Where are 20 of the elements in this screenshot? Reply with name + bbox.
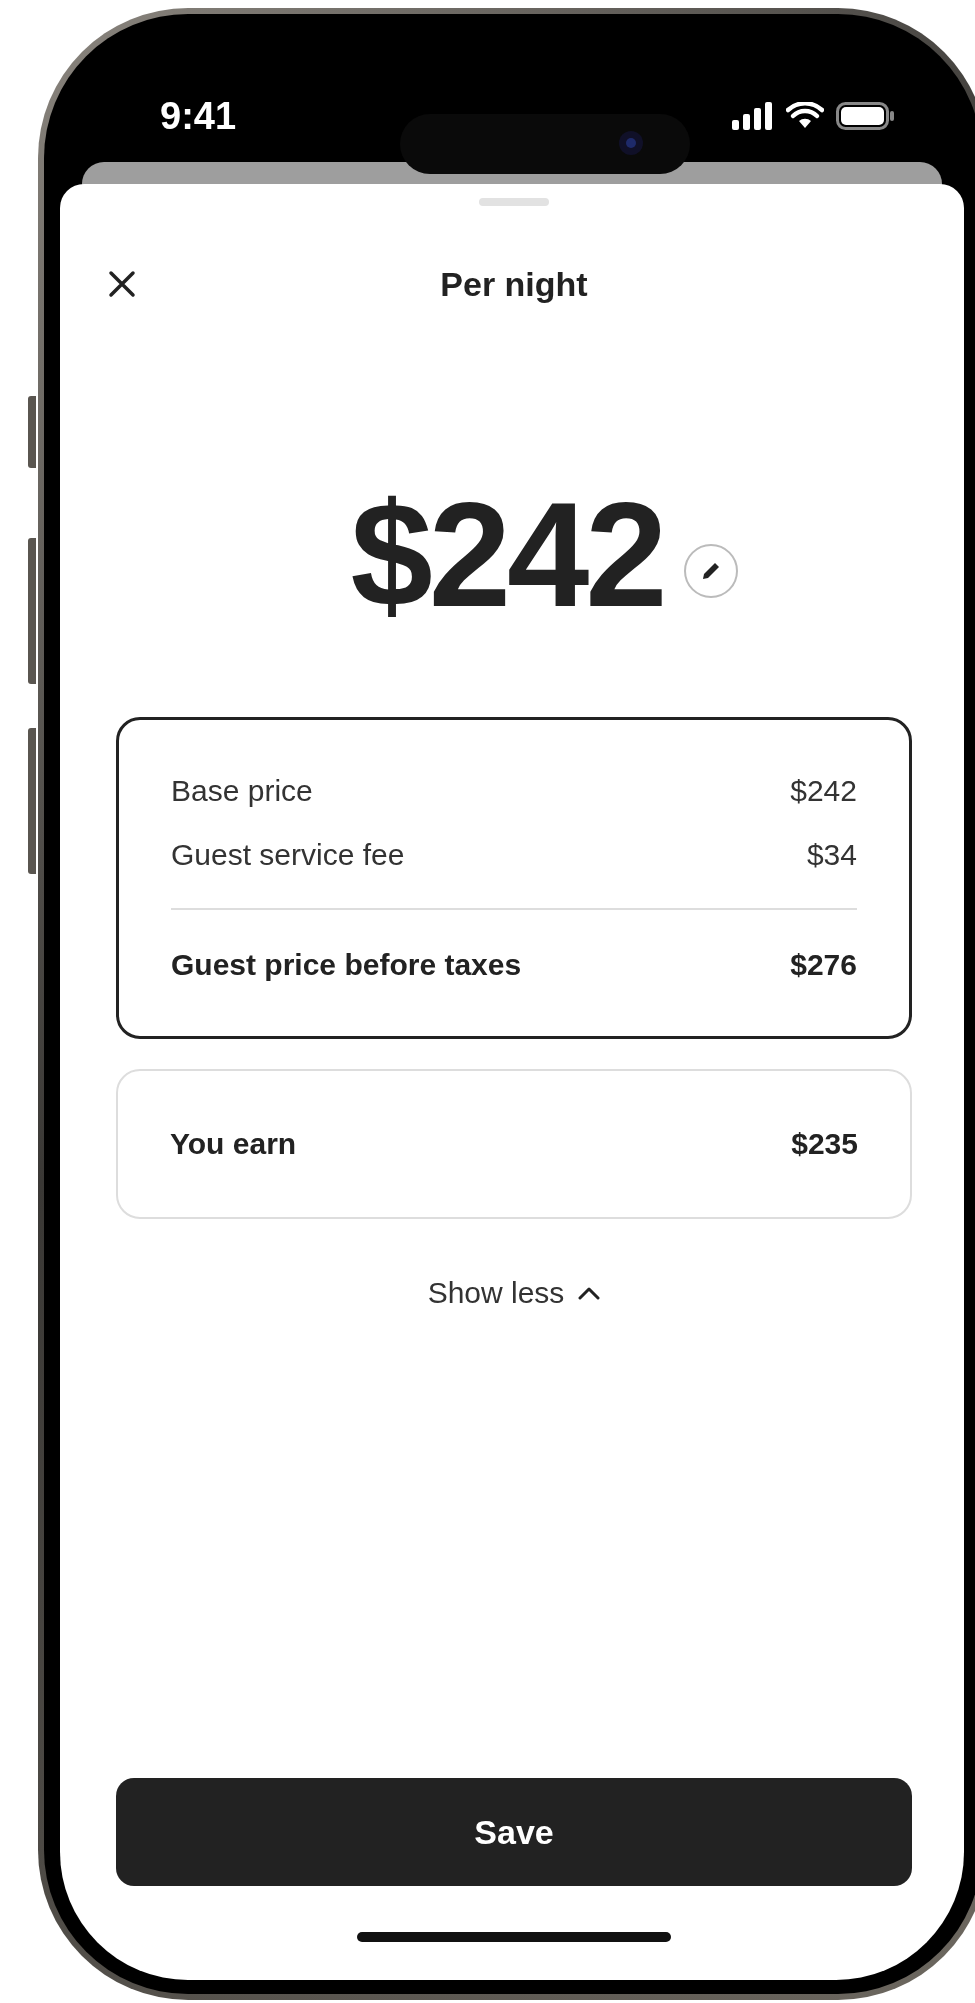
battery-icon (836, 102, 894, 130)
price-amount: $242 (350, 474, 664, 637)
breakdown-label: Base price (171, 773, 313, 808)
earnings-value: $235 (791, 1126, 858, 1161)
breakdown-label: Guest price before taxes (171, 947, 522, 982)
close-icon (108, 270, 136, 298)
signal-icon (732, 102, 774, 130)
drag-handle[interactable] (479, 198, 549, 206)
show-less-toggle[interactable]: Show less (421, 1274, 607, 1311)
breakdown-value: $242 (790, 773, 857, 808)
earnings-label: You earn (170, 1126, 297, 1161)
camera-icon (618, 130, 644, 156)
chevron-icon (578, 1285, 601, 1300)
save-button[interactable]: Save (116, 1778, 912, 1886)
breakdown-value: $34 (806, 837, 857, 872)
breakdown-label: Guest service fee (171, 837, 405, 872)
sheet-title: Per night (440, 264, 588, 304)
wifi-icon (786, 102, 824, 130)
breakdown-value: $276 (790, 947, 857, 982)
status-time: 9:41 (160, 94, 237, 138)
